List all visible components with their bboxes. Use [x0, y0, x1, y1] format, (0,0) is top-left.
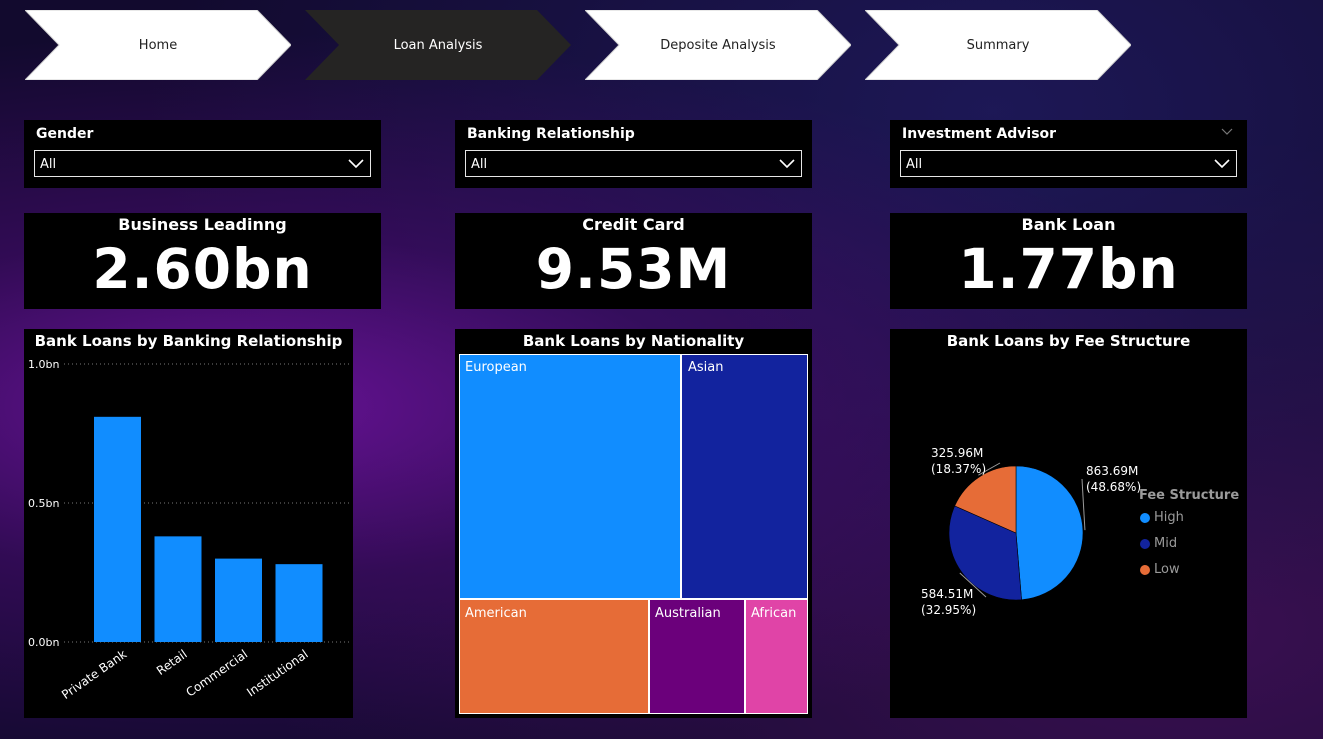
- treemap-label-australian: Australian: [655, 606, 721, 621]
- bar-institutional[interactable]: [275, 564, 323, 642]
- pie-label-low-value: 325.96M: [931, 446, 984, 460]
- legend-dot-low: [1140, 564, 1150, 575]
- investment-advisor-slicer: Investment Advisor All: [890, 120, 1247, 188]
- chevron-down-icon: [779, 159, 795, 169]
- gender-dropdown-value: All: [40, 157, 57, 172]
- y-tick-label: 1.0bn: [28, 358, 59, 371]
- treemap-title: Bank Loans by Nationality: [522, 332, 745, 350]
- pie-label-mid-pct: (32.95%): [921, 603, 977, 617]
- pie-slice-high[interactable]: [1015, 465, 1084, 601]
- credit-card-title: Credit Card: [582, 215, 685, 234]
- tab-home[interactable]: Home: [25, 10, 291, 80]
- collapse-chevron-icon[interactable]: [1221, 128, 1233, 136]
- bank-loans-by-fee-structure-chart: Bank Loans by Fee Structure 863.69M (48.…: [890, 329, 1247, 718]
- x-tick-label: Commercial: [183, 647, 250, 700]
- business-lending-card: Business Leadinng 2.60bn: [24, 213, 381, 309]
- legend-dot-high: [1140, 512, 1150, 523]
- banking-relationship-slicer-title: Banking Relationship: [467, 126, 635, 142]
- legend-title: Fee Structure: [1139, 488, 1240, 503]
- x-tick-label: Private Bank: [59, 647, 129, 702]
- investment-advisor-slicer-title: Investment Advisor: [902, 126, 1057, 142]
- pie-label-high-pct: (48.68%): [1086, 480, 1142, 494]
- tab-summary-label: Summary: [966, 37, 1030, 53]
- credit-card-card: Credit Card 9.53M: [455, 213, 812, 309]
- banking-relationship-dropdown[interactable]: All: [465, 150, 802, 177]
- bar-retail[interactable]: [154, 536, 202, 642]
- chevron-down-icon: [348, 159, 364, 169]
- banking-relationship-slicer: Banking Relationship All: [455, 120, 812, 188]
- treemap-tile-asian[interactable]: [681, 354, 808, 599]
- legend-label-low: Low: [1154, 562, 1180, 577]
- pie-label-mid-value: 584.51M: [921, 587, 974, 601]
- legend-item-low[interactable]: Low: [1140, 562, 1180, 577]
- x-tick-label: Institutional: [244, 647, 311, 699]
- legend-item-mid[interactable]: Mid: [1140, 536, 1177, 551]
- y-tick-label: 0.5bn: [28, 497, 59, 510]
- pie-label-high-value: 863.69M: [1086, 464, 1139, 478]
- treemap-label-american: American: [465, 606, 527, 621]
- tab-deposite-analysis-label: Deposite Analysis: [660, 37, 776, 53]
- legend-label-high: High: [1154, 510, 1184, 525]
- bank-loan-title: Bank Loan: [1021, 215, 1116, 234]
- bar-commercial[interactable]: [215, 558, 262, 642]
- tab-loan-analysis-label: Loan Analysis: [393, 37, 483, 53]
- tab-loan-analysis[interactable]: Loan Analysis: [305, 10, 571, 80]
- legend-label-mid: Mid: [1154, 536, 1178, 551]
- gender-slicer-title: Gender: [36, 126, 94, 142]
- banking-relationship-dropdown-value: All: [471, 157, 488, 172]
- pie-label-low: 325.96M (18.37%): [931, 445, 986, 477]
- credit-card-value: 9.53M: [535, 237, 732, 301]
- tab-home-label: Home: [138, 37, 178, 53]
- tab-summary[interactable]: Summary: [865, 10, 1131, 80]
- legend-item-high[interactable]: High: [1140, 510, 1184, 525]
- treemap-tile-european[interactable]: [459, 354, 681, 599]
- x-tick-label: Retail: [154, 647, 190, 678]
- pie-chart-plot: [948, 462, 1086, 601]
- gender-dropdown[interactable]: All: [34, 150, 371, 177]
- pie-label-low-pct: (18.37%): [931, 462, 987, 476]
- bar-private-bank[interactable]: [94, 416, 141, 642]
- pie-label-mid: 584.51M (32.95%): [921, 586, 976, 618]
- y-tick-label: 0.0bn: [28, 636, 59, 649]
- business-lending-title: Business Leadinng: [118, 215, 287, 234]
- treemap-label-european: European: [465, 360, 527, 375]
- gender-slicer: Gender All: [24, 120, 381, 188]
- treemap-label-asian: Asian: [688, 360, 724, 375]
- business-lending-value: 2.60bn: [92, 237, 313, 301]
- chevron-down-icon: [1214, 159, 1230, 169]
- legend-dot-mid: [1140, 538, 1150, 549]
- investment-advisor-dropdown[interactable]: All: [900, 150, 1237, 177]
- pie-label-high: 863.69M (48.68%): [1086, 463, 1141, 495]
- investment-advisor-dropdown-value: All: [906, 157, 923, 172]
- tab-deposite-analysis[interactable]: Deposite Analysis: [585, 10, 851, 80]
- bank-loan-card: Bank Loan 1.77bn: [890, 213, 1247, 309]
- bank-loans-by-relationship-chart: Bank Loans by Banking Relationship 0.0bn…: [24, 329, 353, 718]
- treemap-label-african: African: [751, 606, 797, 621]
- bank-loans-by-nationality-chart: Bank Loans by Nationality European Asian…: [455, 329, 812, 718]
- bank-loan-value: 1.77bn: [958, 237, 1179, 301]
- bar-chart-plot: 0.0bn 0.5bn 1.0bn Private Bank RetailCommerc…: [28, 358, 349, 702]
